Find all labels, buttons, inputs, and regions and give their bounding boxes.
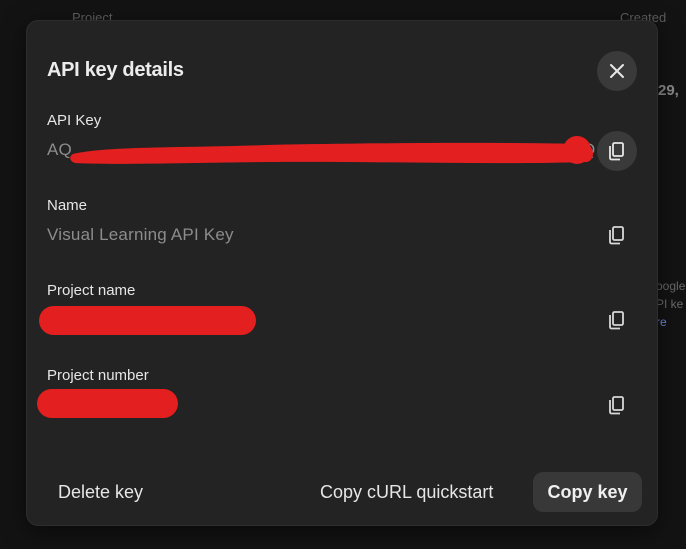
api-key-label: API Key — [47, 112, 102, 129]
background-side-note-line: PI ke — [656, 297, 684, 311]
background-side-note-link[interactable]: re — [656, 313, 685, 331]
name-value: Visual Learning API Key — [47, 225, 234, 244]
copy-icon — [609, 226, 624, 245]
copy-icon — [609, 142, 624, 161]
close-icon — [610, 64, 624, 78]
project-number-redaction — [37, 389, 178, 418]
api-key-redaction — [70, 136, 593, 164]
copy-name-button[interactable] — [597, 215, 637, 255]
api-key-details-dialog: API key details API Key AQ Q Name Visual… — [26, 20, 658, 526]
project-name-label: Project name — [47, 282, 136, 299]
project-number-label: Project number — [47, 367, 149, 384]
copy-project-number-button[interactable] — [597, 385, 637, 425]
dialog-title: API key details — [47, 59, 184, 81]
copy-icon — [609, 396, 624, 415]
project-name-redaction — [39, 306, 256, 335]
delete-key-button[interactable]: Delete key — [58, 472, 143, 512]
copy-key-button[interactable]: Copy key — [533, 472, 642, 512]
background-side-note-line: oogle — [656, 279, 686, 293]
copy-project-name-button[interactable] — [597, 300, 637, 340]
close-button[interactable] — [597, 51, 637, 91]
copy-curl-quickstart-button[interactable]: Copy cURL quickstart — [320, 472, 493, 512]
copy-icon — [609, 311, 624, 330]
background-row-date: 29, — [658, 82, 679, 99]
name-label: Name — [47, 197, 88, 214]
copy-api-key-button[interactable] — [597, 131, 637, 171]
background-side-note: oogle PI ke re — [656, 277, 685, 331]
